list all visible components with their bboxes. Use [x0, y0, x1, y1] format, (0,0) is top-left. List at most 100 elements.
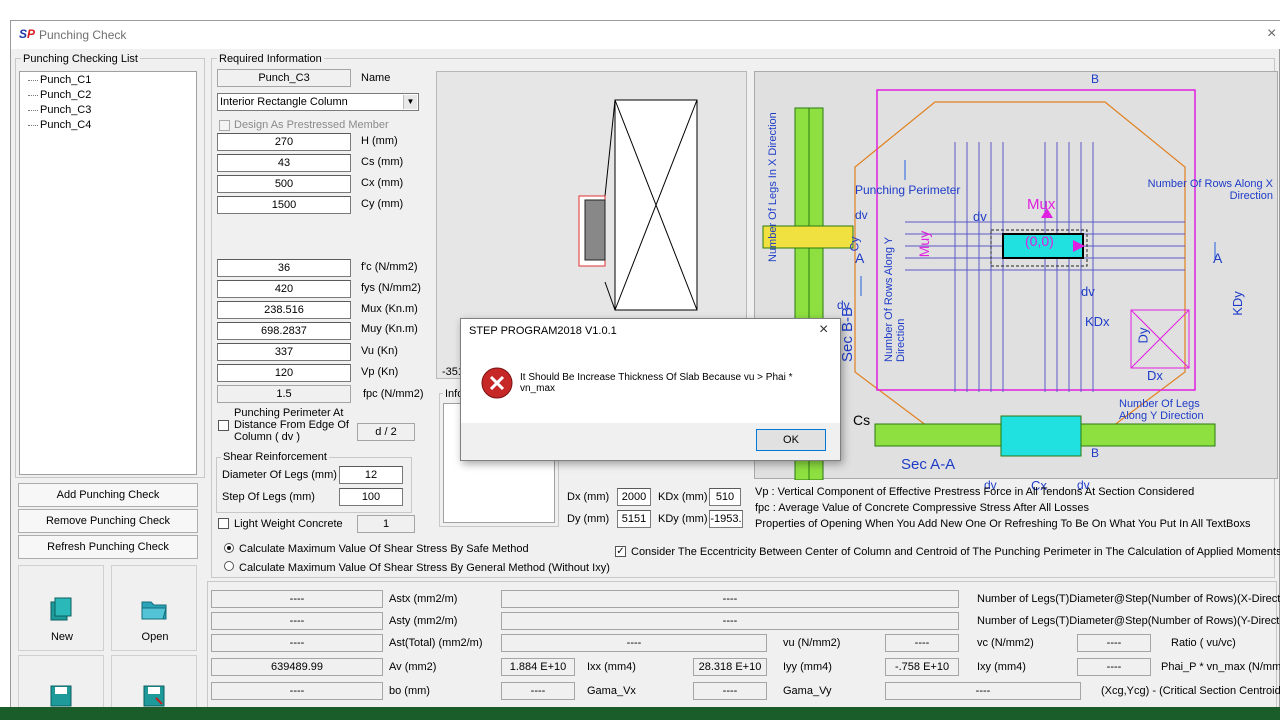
remove-punching-button[interactable]: Remove Punching Check [18, 509, 198, 533]
ast-total-extra-value: ---- [501, 634, 767, 652]
dy-label: Dy (mm) [567, 513, 610, 525]
vp-input[interactable]: 120 [217, 364, 351, 382]
column-type-select[interactable]: Interior Rectangle Column ▼ [217, 93, 419, 111]
cs-label: Cs (mm) [361, 156, 404, 168]
iyy-label: Iyy (mm4) [783, 661, 832, 673]
h-label: H (mm) [361, 135, 398, 147]
open-folder-icon [140, 596, 168, 622]
refresh-punching-button[interactable]: Refresh Punching Check [18, 535, 198, 559]
vu-result-value: ---- [885, 634, 959, 652]
ast-total-value: ---- [211, 634, 383, 652]
perimeter-checkbox[interactable] [218, 420, 229, 431]
dialog-title: STEP PROGRAM2018 V1.0.1 [469, 325, 617, 337]
window-close-button[interactable]: × [1267, 25, 1276, 43]
eccentricity-checkbox[interactable]: ✓ [615, 546, 626, 557]
rows-y-label: Number Of Rows Along Y Direction [883, 237, 907, 362]
chevron-down-icon[interactable]: ▼ [403, 95, 417, 109]
note-opening: Properties of Opening When You Add New O… [755, 518, 1251, 530]
general-method-radio[interactable] [224, 561, 234, 571]
tree-item[interactable]: Punch_C4 [28, 118, 91, 132]
sec-aa-label: Sec A-A [901, 456, 956, 473]
dx-label: Dx (mm) [567, 491, 610, 503]
open-button[interactable]: Open [111, 565, 197, 651]
title-bar: SP Punching Check × [11, 21, 1280, 49]
asty-value: ---- [211, 612, 383, 630]
h-input[interactable]: 270 [217, 133, 351, 151]
prestressed-checkbox[interactable] [219, 120, 230, 131]
fpc-input[interactable]: 1.5 [217, 385, 351, 403]
centroid-value: ---- [885, 682, 1081, 700]
bo-label: bo (mm) [389, 685, 430, 697]
vc-value: ---- [1077, 634, 1151, 652]
dv-top-label: dv [973, 209, 987, 224]
b-bottom-label: B [1091, 446, 1100, 460]
dv-bb-label: dv [837, 298, 850, 312]
save-icon [49, 684, 73, 708]
step-input[interactable]: 100 [339, 488, 403, 506]
b-top-label: B [1091, 72, 1100, 86]
punching-perimeter-label: Punching Perimeter [855, 183, 961, 197]
note-vp: Vp : Vertical Component of Effective Pre… [755, 486, 1195, 498]
shear-reinforcement-title: Shear Reinforcement [221, 451, 329, 463]
prestressed-label: Design As Prestressed Member [234, 119, 389, 131]
note-fpc: fpc : Average Value of Concrete Compress… [755, 502, 1090, 514]
kdy-input[interactable]: -1953. [709, 510, 743, 528]
dy-input[interactable]: 5151 [617, 510, 651, 528]
gama-vx-value: ---- [501, 682, 575, 700]
ratio-label: Ratio ( vu/vc) [1171, 637, 1236, 649]
fys-label: fys (N/mm2) [361, 282, 421, 294]
new-button[interactable]: New [18, 565, 104, 651]
perimeter-label: Punching Perimeter At Distance From Edge… [234, 407, 349, 443]
safe-method-label: Calculate Maximum Value Of Shear Stress … [239, 543, 529, 555]
vu-result-label: vu (N/mm2) [783, 637, 841, 649]
ixx-label: Ixx (mm4) [587, 661, 636, 673]
ok-button[interactable]: OK [756, 429, 826, 451]
cs-input[interactable]: 43 [217, 154, 351, 172]
vu-label: Vu (Kn) [361, 345, 398, 357]
vu-input[interactable]: 337 [217, 343, 351, 361]
gama-vy-label: Gama_Vy [783, 685, 832, 697]
kdx-input[interactable]: 510 [709, 488, 741, 506]
error-icon [481, 367, 513, 399]
legs-y-value: ---- [501, 612, 959, 630]
error-dialog: STEP PROGRAM2018 V1.0.1 × It Should Be I… [460, 318, 841, 461]
step-label: Step Of Legs (mm) [222, 491, 315, 503]
bottom-bar [0, 707, 1280, 720]
cy-input[interactable]: 1500 [217, 196, 351, 214]
sec-bb-label: Sec B-B [839, 306, 856, 362]
bo-value: ---- [211, 682, 383, 700]
center-label: (0,0) [1025, 233, 1054, 249]
tree-item[interactable]: Punch_C1 [28, 73, 91, 87]
add-punching-button[interactable]: Add Punching Check [18, 483, 198, 507]
av-label: Av (mm2) [389, 661, 437, 673]
light-weight-value[interactable]: 1 [357, 515, 415, 533]
dialog-close-button[interactable]: × [819, 321, 828, 339]
tree-item[interactable]: Punch_C3 [28, 103, 91, 117]
perimeter-value[interactable]: d / 2 [357, 423, 415, 441]
column-type-value: Interior Rectangle Column [220, 96, 348, 108]
iyy-value: 28.318 E+10 [693, 658, 767, 676]
diameter-input[interactable]: 12 [339, 466, 403, 484]
muy-input[interactable]: 698.2837 [217, 322, 351, 340]
ast-total-label: Ast(Total) (mm2/m) [389, 637, 483, 649]
safe-method-radio[interactable] [224, 543, 234, 553]
required-info-title: Required Information [217, 53, 324, 65]
new-label: New [50, 631, 73, 643]
mux-diagram-label: Mux [1027, 196, 1056, 213]
fpc-label: fpc (N/mm2) [363, 388, 424, 400]
save-button[interactable] [18, 655, 104, 709]
fys-input[interactable]: 420 [217, 280, 351, 298]
save-as-button[interactable] [111, 655, 197, 709]
dv-right-label: dv [1081, 284, 1095, 299]
rows-x-label: Number Of Rows Along X Direction [1147, 178, 1273, 202]
punching-tree[interactable]: Punch_C1 Punch_C2 Punch_C3 Punch_C4 [19, 71, 197, 475]
dx-input[interactable]: 2000 [617, 488, 651, 506]
fc-input[interactable]: 36 [217, 259, 351, 277]
tree-item[interactable]: Punch_C2 [28, 88, 91, 102]
light-weight-checkbox[interactable] [218, 518, 229, 529]
a-left-label: A [855, 250, 865, 266]
punching-list-title: Punching Checking List [21, 53, 140, 65]
open-label: Open [141, 631, 169, 643]
mux-input[interactable]: 238.516 [217, 301, 351, 319]
cx-input[interactable]: 500 [217, 175, 351, 193]
